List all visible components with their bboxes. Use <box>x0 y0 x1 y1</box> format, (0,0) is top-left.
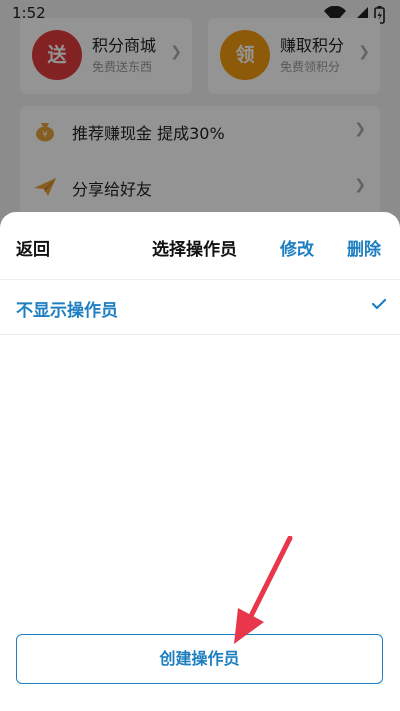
operator-select-sheet: 返回 选择操作员 修改 删除 不显示操作员 创建操作员 <box>0 212 400 711</box>
option-hide-operator[interactable]: 不显示操作员 <box>0 281 400 335</box>
edit-button[interactable]: 修改 <box>280 235 314 260</box>
annotation-arrow-icon <box>234 536 293 644</box>
back-button[interactable]: 返回 <box>16 235 50 260</box>
option-label: 不显示操作员 <box>16 301 118 321</box>
checkmark-icon <box>372 298 386 310</box>
create-operator-button[interactable]: 创建操作员 <box>16 634 383 684</box>
sheet-header: 返回 选择操作员 修改 删除 <box>0 212 400 280</box>
delete-button[interactable]: 删除 <box>347 235 381 260</box>
sheet-title: 选择操作员 <box>152 240 237 260</box>
